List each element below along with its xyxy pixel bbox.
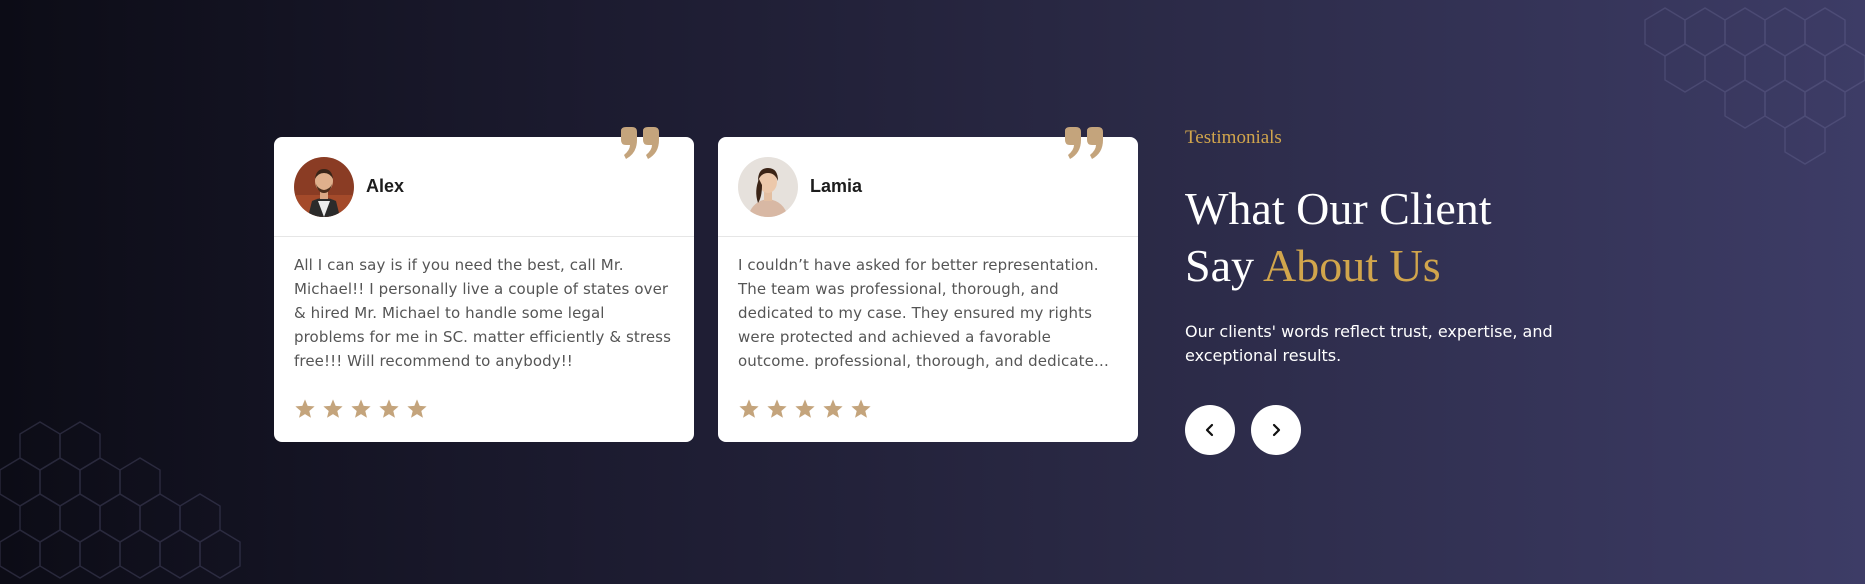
star-icon [379,399,399,418]
star-icon [823,399,843,418]
rating-stars [294,398,428,420]
card-header: Alex [274,127,694,237]
next-button[interactable] [1251,405,1301,455]
chevron-right-icon [1272,423,1281,437]
title-line-2-prefix: Say [1185,240,1254,291]
star-icon [739,399,759,418]
star-icon [795,399,815,418]
star-icon [323,399,343,418]
avatar [738,156,798,217]
section-description: Our clients' words reflect trust, expert… [1185,322,1553,365]
quote-icon [1065,127,1103,159]
review-text: I couldn’t have asked for better represe… [738,256,1110,370]
star-icon [407,399,427,418]
hex-pattern-bottom-left [0,421,241,579]
avatar [294,156,354,217]
section-label: Testimonials [1185,127,1282,148]
reviewer-name: Lamia [810,176,863,196]
quote-icon [621,127,659,159]
star-icon [351,399,371,418]
star-icon [851,399,871,418]
star-icon [295,399,315,418]
reviewer-name: Alex [366,176,405,196]
review-text: All I can say is if you need the best, c… [294,256,672,370]
rating-stars [738,398,872,420]
section-title: What Our Client Say About Us [1185,180,1492,294]
prev-button[interactable] [1185,405,1235,455]
testimonial-card: Lamia I couldn’t have asked for better r… [718,127,1138,442]
card-header: Lamia [718,127,1138,237]
star-icon [767,399,787,418]
chevron-left-icon [1205,423,1214,437]
title-accent: About Us [1262,240,1441,291]
title-line-1: What Our Client [1185,183,1492,234]
testimonial-card: Alex All I can say is if you need the be… [274,127,694,442]
hex-pattern-top-right [1644,7,1865,165]
